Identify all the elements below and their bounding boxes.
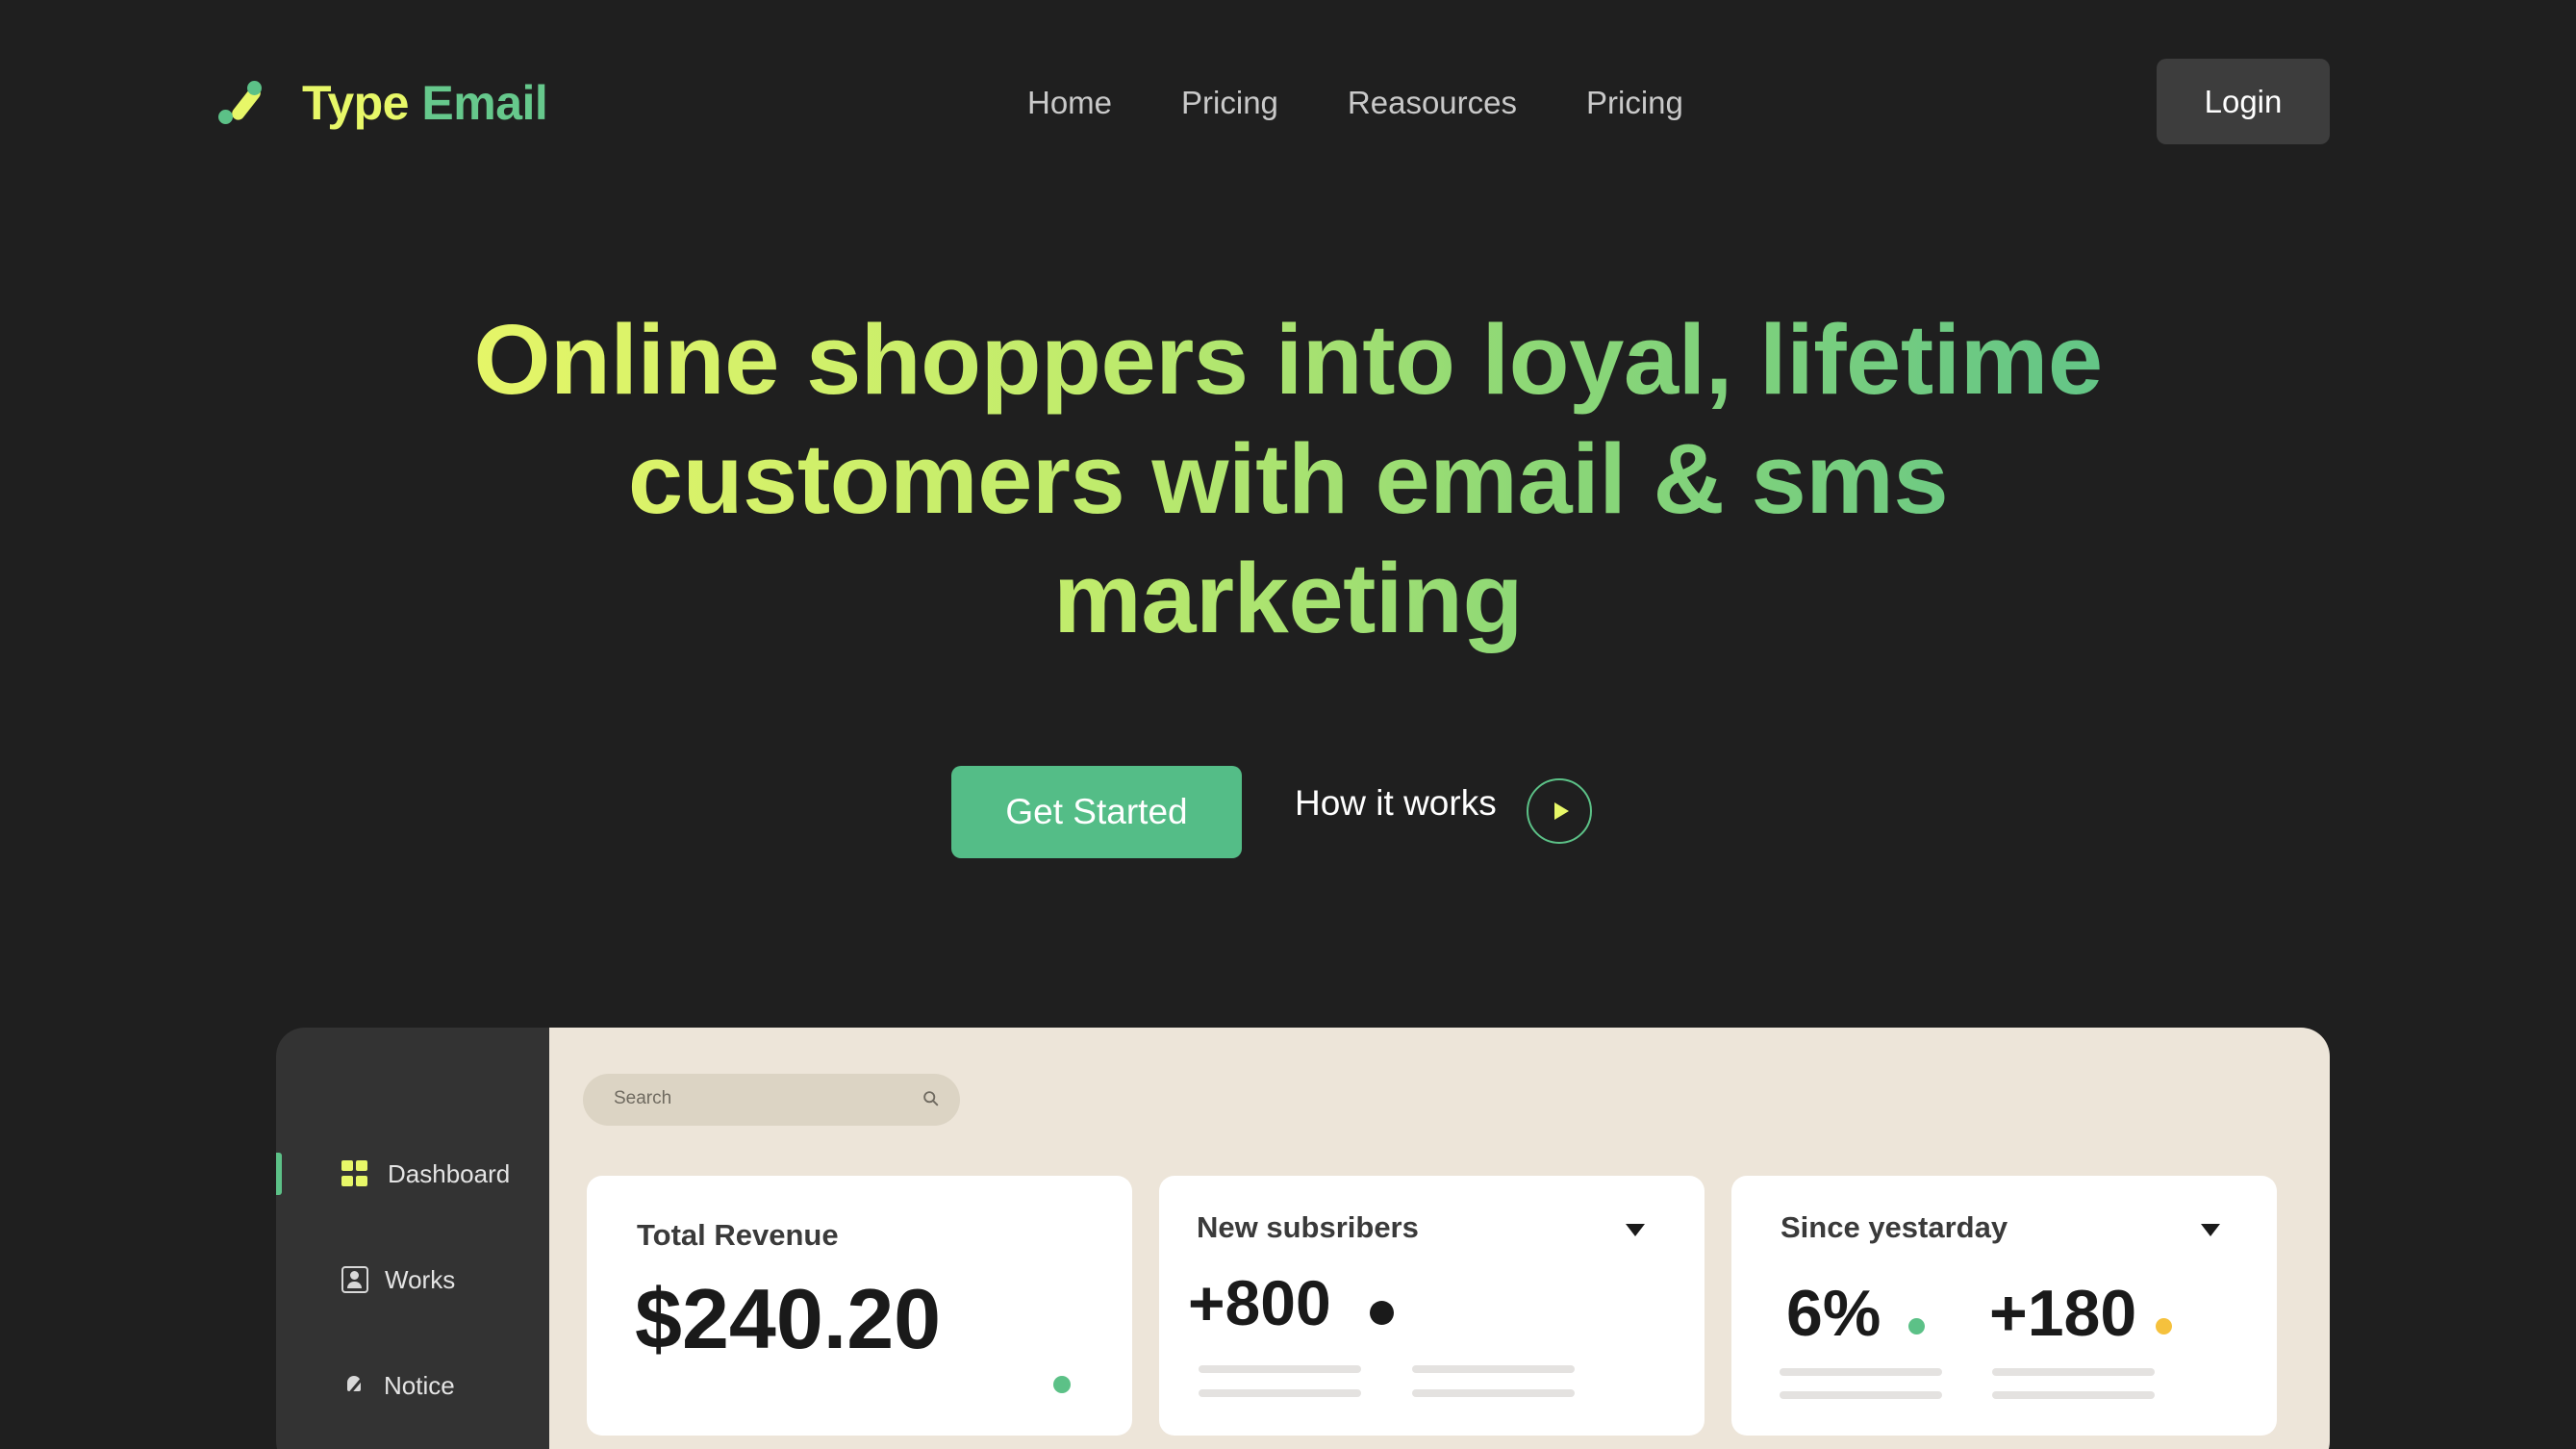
how-it-works-link[interactable]: How it works <box>1295 783 1497 824</box>
sidebar-item-label: Notice <box>384 1370 455 1400</box>
placeholder-line <box>1780 1368 1942 1376</box>
status-dot-icon <box>1908 1318 1925 1335</box>
nav-resources[interactable]: Reasources <box>1348 85 1517 121</box>
dashboard-main: Search Total Revenue $240.20 New subsrib… <box>549 1028 2330 1449</box>
placeholder-line <box>1780 1391 1942 1399</box>
brand-word-1: Type <box>302 76 410 130</box>
placeholder-line <box>1199 1389 1361 1397</box>
status-dot-icon <box>2156 1318 2172 1335</box>
card-title: Since yestarday <box>1780 1210 2008 1244</box>
total-revenue-card: Total Revenue $240.20 <box>587 1176 1132 1436</box>
search-input[interactable]: Search <box>583 1074 960 1126</box>
play-video-button[interactable] <box>1527 778 1592 844</box>
sidebar-item-label: Dashboard <box>388 1158 511 1188</box>
placeholder-line <box>1992 1368 2155 1376</box>
percent-value: 6% <box>1786 1277 1881 1350</box>
placeholder-line <box>1412 1389 1575 1397</box>
nav-pricing[interactable]: Pricing <box>1181 85 1278 121</box>
brand-word-2: Email <box>421 76 548 130</box>
card-title: Total Revenue <box>637 1218 839 1252</box>
placeholder-line <box>1992 1391 2155 1399</box>
search-icon <box>923 1091 939 1106</box>
placeholder-line <box>1412 1365 1575 1373</box>
revenue-value: $240.20 <box>635 1271 942 1366</box>
brand-name: Type Email <box>302 75 548 131</box>
hero-line-2: customers with email & sms <box>627 423 1949 534</box>
works-icon <box>341 1266 368 1293</box>
status-dot-icon <box>1053 1376 1071 1393</box>
hero-headline: Online shoppers into loyal, lifetime cus… <box>326 300 2250 658</box>
since-yesterday-card: Since yestarday 6% +180 <box>1731 1176 2277 1436</box>
hero-line-3: marketing <box>1053 543 1523 653</box>
count-value: +180 <box>1989 1277 2137 1350</box>
get-started-button[interactable]: Get Started <box>951 766 1242 858</box>
new-subscribers-card: New subsribers +800 <box>1159 1176 1705 1436</box>
chevron-down-icon[interactable] <box>1626 1224 1645 1236</box>
sidebar-item-notice[interactable]: Notice <box>276 1364 549 1407</box>
bell-off-icon <box>341 1372 368 1399</box>
main-nav: Home Pricing Reasources Pricing <box>1027 79 1683 127</box>
active-indicator <box>276 1153 282 1195</box>
sidebar-item-dashboard[interactable]: Dashboard <box>276 1153 549 1195</box>
login-button[interactable]: Login <box>2157 59 2330 144</box>
dashboard-preview: Dashboard Works Notice Search Total Reve… <box>276 1028 2330 1449</box>
hero-line-1: Online shoppers into loyal, lifetime <box>473 304 2103 415</box>
play-icon <box>1554 802 1569 820</box>
card-title: New subsribers <box>1197 1210 1419 1244</box>
logo-mark-icon <box>215 76 269 130</box>
subscribers-value: +800 <box>1188 1267 1331 1338</box>
status-dot-icon <box>1370 1301 1394 1325</box>
sidebar-item-label: Works <box>385 1264 456 1294</box>
landing-page: Type Email Home Pricing Reasources Prici… <box>0 0 2576 1449</box>
sidebar-item-works[interactable]: Works <box>276 1258 549 1301</box>
dashboard-sidebar: Dashboard Works Notice <box>276 1028 549 1449</box>
nav-home[interactable]: Home <box>1027 85 1112 121</box>
nav-pricing-2[interactable]: Pricing <box>1586 85 1683 121</box>
placeholder-line <box>1199 1365 1361 1373</box>
search-placeholder: Search <box>614 1088 672 1108</box>
brand-logo[interactable]: Type Email <box>215 69 548 137</box>
chevron-down-icon[interactable] <box>2201 1224 2220 1236</box>
dashboard-icon <box>341 1160 368 1187</box>
